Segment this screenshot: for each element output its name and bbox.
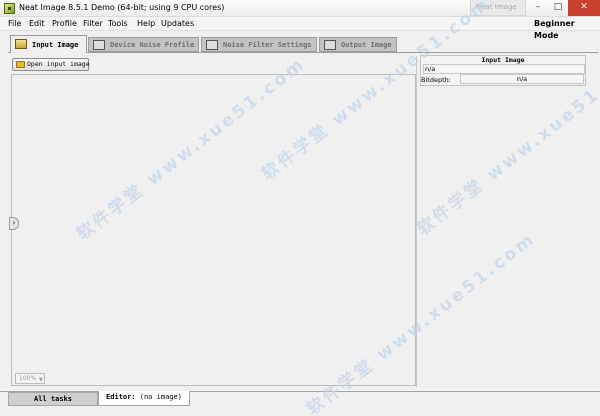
- tab-noise-filter-settings-label: Noise Filter Settings: [223, 41, 312, 49]
- tab-noise-filter-settings[interactable]: Noise Filter Settings: [201, 37, 317, 52]
- zoom-level-value: 100%: [19, 375, 37, 382]
- menu-bar: File Edit Profile Filter Tools Help Upda…: [0, 17, 600, 40]
- open-input-image-label: Open input image: [27, 60, 90, 68]
- output-icon: [324, 40, 336, 50]
- profile-icon: [93, 40, 105, 50]
- close-button[interactable]: ✕: [568, 0, 600, 16]
- menu-help[interactable]: Help: [137, 18, 155, 30]
- folder-icon: [16, 61, 25, 68]
- tab-input-image[interactable]: Input Image: [10, 35, 87, 53]
- window-title: Neat Image 8.5.1 Demo (64-bit; using 9 C…: [19, 3, 225, 12]
- open-input-image-button[interactable]: Open input image: [12, 58, 90, 71]
- tab-all-tasks[interactable]: All tasks: [8, 392, 98, 406]
- chevron-down-icon: ▼: [39, 377, 43, 383]
- image-name-field: n/a: [423, 64, 585, 74]
- beginner-mode-toggle[interactable]: Beginner Mode: [534, 18, 600, 42]
- app-icon: [4, 3, 15, 14]
- tab-input-image-label: Input Image: [32, 41, 79, 49]
- background-window-tab[interactable]: Neat Image: [470, 0, 526, 16]
- menu-file[interactable]: File: [8, 18, 21, 30]
- bitdepth-label: Bitdepth:: [421, 76, 451, 84]
- editor-tab-state: (no image): [139, 393, 182, 401]
- tab-output-image[interactable]: Output Image: [319, 37, 397, 52]
- tab-device-noise-profile-label: Device Noise Profile: [110, 41, 195, 49]
- tab-output-image-label: Output Image: [341, 41, 392, 49]
- zoom-level-select[interactable]: 100% ▼: [15, 373, 45, 384]
- minimize-button[interactable]: –: [528, 0, 548, 16]
- info-panel-title: Input Image: [481, 56, 525, 64]
- camera-icon: [15, 39, 27, 49]
- editor-tab-label: Editor:: [106, 393, 136, 401]
- maximize-button[interactable]: □: [548, 0, 568, 16]
- image-viewport[interactable]: [11, 74, 416, 386]
- menu-filter[interactable]: Filter: [83, 18, 103, 30]
- bitdepth-value: n/a: [460, 74, 584, 84]
- menu-tools[interactable]: Tools: [108, 18, 128, 30]
- title-bar: Neat Image 8.5.1 Demo (64-bit; using 9 C…: [0, 0, 600, 17]
- panel-divider[interactable]: [416, 56, 417, 387]
- tab-editor[interactable]: Editor: (no image): [98, 391, 190, 406]
- menu-edit[interactable]: Edit: [29, 18, 45, 30]
- menu-profile[interactable]: Profile: [52, 18, 77, 30]
- filter-icon: [206, 40, 218, 50]
- tab-strip-rule: [8, 52, 598, 53]
- tab-device-noise-profile[interactable]: Device Noise Profile: [88, 37, 199, 52]
- menu-updates[interactable]: Updates: [161, 18, 194, 30]
